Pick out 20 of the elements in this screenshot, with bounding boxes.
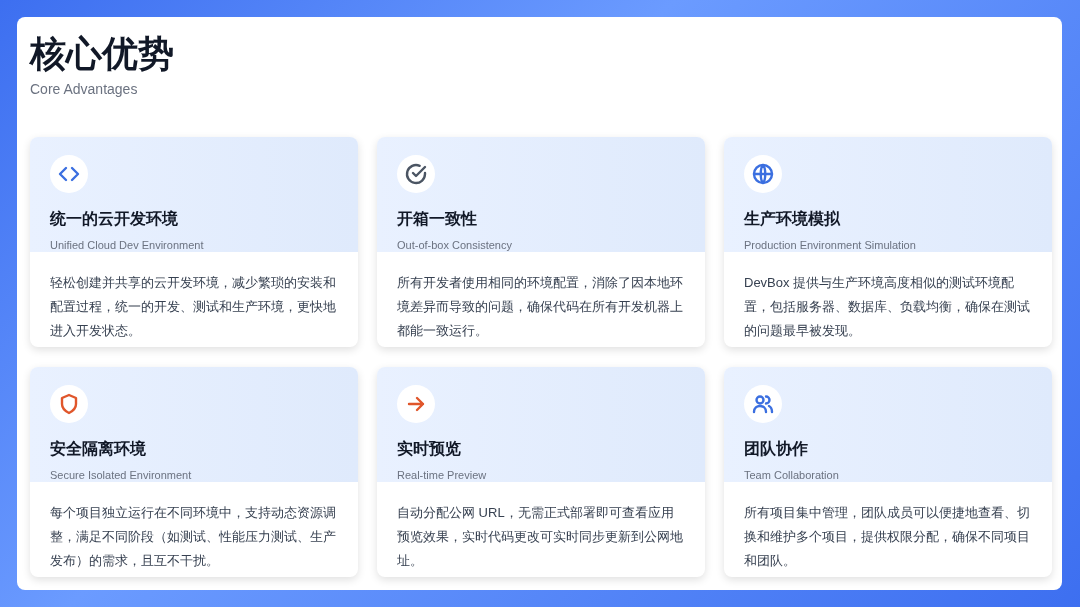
- card-description: 所有项目集中管理，团队成员可以便捷地查看、切换和维护多个项目，提供权限分配，确保不同项目和团队。: [743, 504, 1031, 570]
- card-subtitle: Production Environment Simulation: [744, 239, 917, 251]
- card-subtitle: Unified Cloud Dev Environment: [50, 239, 205, 251]
- page-subtitle: Core Advantages: [30, 81, 139, 97]
- card-subtitle: Real-time Preview: [397, 469, 488, 481]
- card-title: 生产环境模拟: [744, 209, 841, 229]
- card-subtitle: Team Collaboration: [744, 469, 840, 481]
- page-title: 核心优势: [30, 32, 175, 76]
- card-subtitle: Out-of-box Consistency: [397, 239, 513, 251]
- card-description: 每个项目独立运行在不同环境中，支持动态资源调整，满足不同阶段（如测试、性能压力测试、生产发布）的需求，且互不干扰。: [49, 504, 337, 570]
- card-title: 实时预览: [397, 439, 462, 459]
- card-title: 团队协作: [744, 439, 809, 459]
- card-description: 轻松创建并共享的云开发环境，减少繁琐的安装和配置过程，统一的开发、测试和生产环境，更快地进入开发状态。: [49, 274, 337, 340]
- card-description: 所有开发者使用相同的环境配置，消除了因本地环境差异而导致的问题，确保代码在所有开发机器上都能一致运行。: [396, 274, 684, 340]
- card-description: DevBox 提供与生产环境高度相似的测试环境配置，包括服务器、数据库、负载均衡，确保在测试的问题最早被发现。: [743, 274, 1031, 340]
- card-description: 自动分配公网 URL，无需正式部署即可查看应用预览效果，实时代码更改可实时同步更新到公网地址。: [396, 504, 684, 570]
- card-title: 开箱一致性: [397, 209, 478, 229]
- card-title: 安全隔离环境: [50, 439, 147, 459]
- card-title: 统一的云开发环境: [50, 209, 179, 229]
- card-subtitle: Secure Isolated Environment: [50, 469, 193, 481]
